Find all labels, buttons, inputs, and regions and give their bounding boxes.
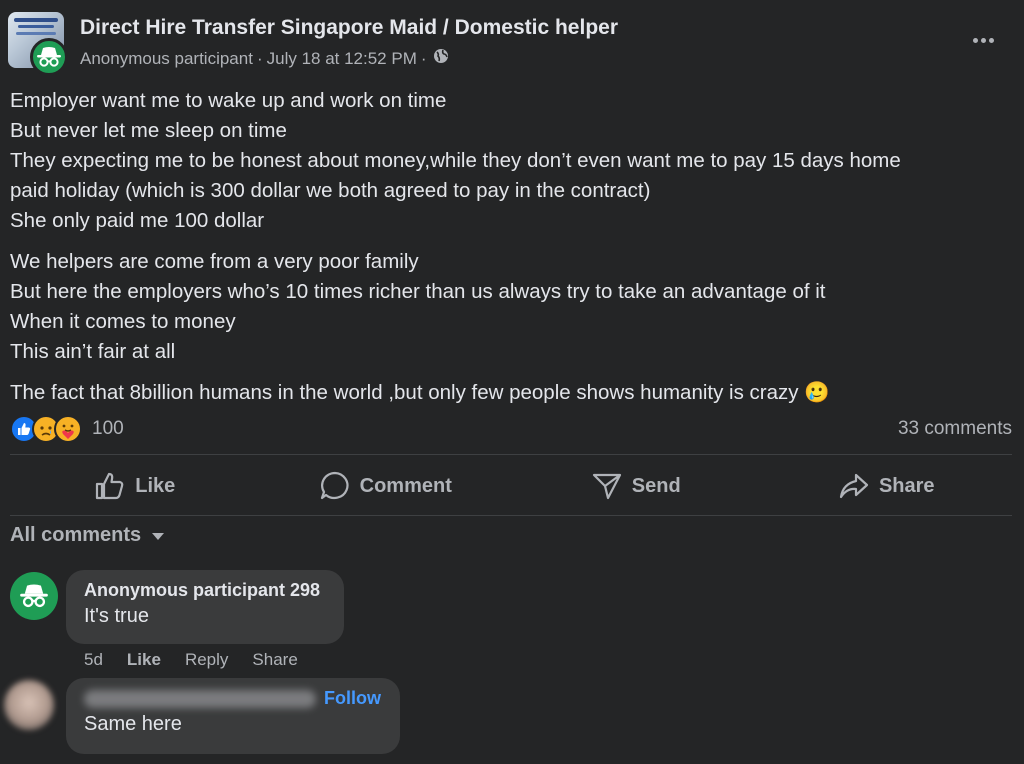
post-line: This ain’t fair at all [10, 340, 176, 363]
post-header: Direct Hire Transfer Singapore Maid / Do… [8, 12, 1014, 76]
blurred-commenter-name[interactable] [84, 690, 316, 709]
comment-actions: 5d Like Reply Share [84, 650, 298, 670]
comment-label: Comment [359, 474, 452, 497]
group-title[interactable]: Direct Hire Transfer Singapore Maid / Do… [80, 16, 618, 40]
comment-like-button[interactable]: Like [127, 650, 161, 670]
post-line: Employer want me to wake up and work on … [10, 89, 447, 112]
thumbs-up-icon [95, 472, 125, 500]
caret-down-icon [151, 524, 165, 547]
comment-avatar-blurred[interactable] [4, 680, 54, 730]
post-meta: Anonymous participant · July 18 at 12:52… [80, 48, 449, 69]
comment-bubble-icon [320, 471, 350, 501]
post-line: They expecting me to be honest about mon… [10, 149, 901, 172]
share-label: Share [878, 474, 935, 497]
post-line: But never let me sleep on time [10, 119, 287, 142]
meta-separator: · [420, 48, 427, 68]
comments-filter-dropdown[interactable]: All comments [10, 524, 165, 547]
send-icon [592, 472, 622, 500]
comment-button[interactable]: Comment [261, 460, 512, 512]
comments-count[interactable]: 33 comments [898, 418, 1012, 440]
comment-text: It's true [84, 605, 149, 627]
reaction-count: 100 [92, 418, 124, 439]
share-arrow-icon [839, 472, 869, 500]
author-name[interactable]: Anonymous participant [80, 49, 253, 69]
send-button[interactable]: Send [511, 460, 762, 512]
divider [10, 454, 1012, 455]
divider [10, 515, 1012, 516]
post-paragraph: Employer want me to wake up and work on … [10, 86, 1010, 236]
post-line: paid holiday (which is 300 dollar we bot… [10, 179, 651, 202]
comment-time[interactable]: 5d [84, 650, 103, 670]
anonymous-avatar-icon[interactable] [30, 38, 68, 76]
reactions-summary[interactable]: 100 [10, 414, 124, 444]
more-options-button[interactable] [968, 30, 998, 50]
post-line: But here the employers who’s 10 times ri… [10, 280, 826, 303]
post-body: Employer want me to wake up and work on … [10, 86, 1010, 419]
post-line: She only paid me 100 dollar [10, 209, 265, 232]
action-bar: Like Comment Send Share [10, 460, 1012, 512]
post-paragraph: The fact that 8billion humans in the wor… [10, 378, 1010, 408]
follow-button[interactable]: Follow [324, 688, 381, 708]
comment-bubble: Follow Same here [66, 678, 400, 754]
post-line: When it comes to money [10, 310, 236, 333]
commenter-name-row: Follow [84, 688, 382, 709]
comment-bubble: Anonymous participant 298 It's true [66, 570, 344, 644]
share-button[interactable]: Share [762, 460, 1013, 512]
globe-icon [433, 48, 449, 69]
comments-filter-label: All comments [10, 524, 142, 546]
like-label: Like [135, 474, 176, 497]
care-reaction-icon [54, 415, 82, 443]
comment-avatar-anonymous-icon[interactable] [10, 572, 58, 620]
meta-separator: · [256, 48, 263, 68]
post-paragraph: We helpers are come from a very poor fam… [10, 247, 1010, 367]
post-line: The fact that 8billion humans in the wor… [10, 381, 830, 404]
like-button[interactable]: Like [10, 460, 261, 512]
commenter-name[interactable]: Anonymous participant 298 [84, 580, 326, 601]
post-timestamp[interactable]: July 18 at 12:52 PM [267, 49, 417, 69]
comment-text: Same here [84, 713, 182, 735]
post-line: We helpers are come from a very poor fam… [10, 250, 419, 273]
send-label: Send [631, 474, 681, 497]
comment-reply-button[interactable]: Reply [185, 650, 228, 670]
comment-share-button[interactable]: Share [252, 650, 297, 670]
